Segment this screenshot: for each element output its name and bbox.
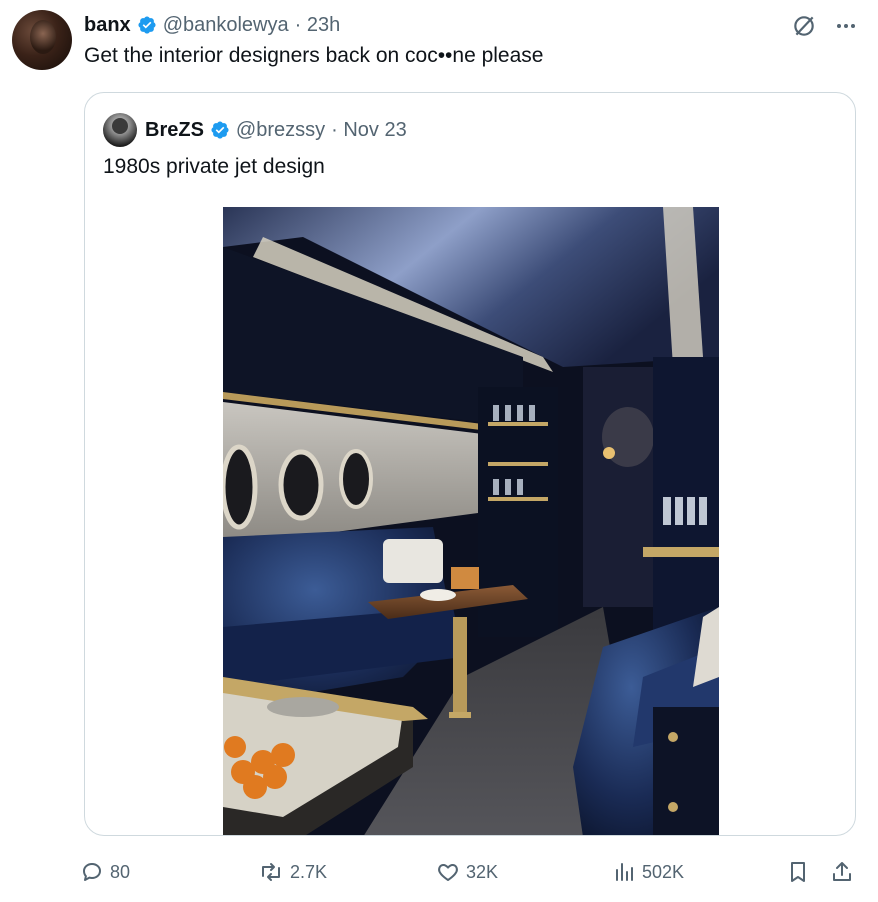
bookmark-button[interactable] [786, 854, 810, 890]
reply-count: 80 [110, 861, 131, 882]
share-icon [833, 862, 851, 881]
quote-author-row: BreZS @brezssy · Nov 23 [145, 115, 407, 145]
grok-icon[interactable] [790, 12, 818, 40]
reply-button[interactable]: 80 [80, 854, 130, 890]
quote-author-handle[interactable]: @brezssy [236, 119, 325, 142]
bookmark-icon [791, 862, 805, 882]
views-icon [616, 863, 633, 881]
quote-author-name[interactable]: BreZS [145, 119, 204, 142]
verified-icon [211, 121, 229, 139]
author-avatar[interactable] [12, 10, 72, 70]
quoted-tweet[interactable]: BreZS @brezssy · Nov 23 1980s private je… [84, 92, 856, 836]
quote-author-avatar[interactable] [103, 113, 137, 147]
jet-interior-photo[interactable] [223, 207, 719, 836]
repost-button[interactable]: 2.7K [258, 854, 327, 890]
reply-icon [83, 863, 101, 881]
verified-icon [138, 16, 156, 34]
tweet-time[interactable]: · 23h [295, 14, 341, 37]
tweet-action-bar: 80 2.7K 32K 502K [80, 854, 860, 890]
quote-time[interactable]: · Nov 23 [331, 119, 407, 142]
author-row: banx @bankolewya · 23h [84, 12, 340, 38]
like-count: 32K [466, 861, 499, 882]
more-icon[interactable] [832, 12, 860, 40]
tweet-text: Get the interior designers back on coc••… [84, 44, 544, 67]
like-button[interactable]: 32K [436, 854, 498, 890]
quote-text: 1980s private jet design [103, 155, 325, 178]
author-name[interactable]: banx [84, 14, 131, 37]
tweet-top-actions [790, 12, 860, 40]
repost-count: 2.7K [290, 861, 328, 882]
author-handle[interactable]: @bankolewya [163, 14, 289, 37]
like-icon [438, 864, 458, 881]
views-button[interactable]: 502K [612, 854, 684, 890]
repost-icon [262, 863, 280, 881]
view-count: 502K [642, 861, 685, 882]
share-button[interactable] [830, 854, 854, 890]
